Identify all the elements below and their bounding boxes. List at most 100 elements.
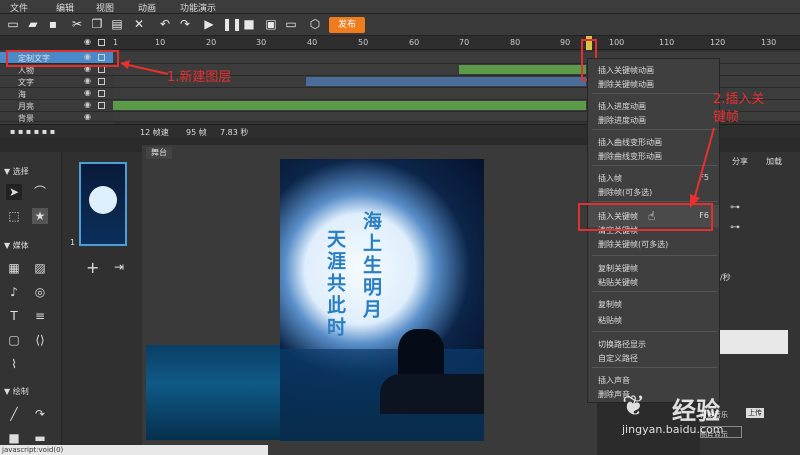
chart-icon[interactable]: ⌇ [6, 356, 22, 372]
watermark-text: 经验 [672, 397, 720, 425]
sound-icon[interactable]: ♪ [6, 284, 22, 300]
layer-row[interactable]: 海 ◉ [0, 88, 113, 100]
menu-item[interactable]: 删除曲线变形动画 [598, 151, 662, 162]
add-page-icon[interactable]: + [86, 258, 99, 277]
publish-button[interactable]: 发布 [329, 17, 365, 33]
lock-icon[interactable] [98, 78, 105, 85]
status-url: javascript:void(0) [0, 445, 268, 455]
page-thumbnail[interactable] [79, 162, 127, 246]
menu-separator [592, 367, 717, 368]
eye-icon[interactable]: ◉ [84, 76, 91, 85]
section-select: ▼ 选择 [4, 167, 29, 176]
menu-file[interactable]: 文件 [10, 1, 28, 14]
ruler-tick: 80 [510, 38, 521, 47]
menu-item[interactable]: 复制关键帧 [598, 263, 638, 274]
save-icon[interactable]: ▪ [46, 17, 60, 31]
paragraph-icon[interactable]: ≡ [32, 308, 48, 324]
menu-item[interactable]: 插入帧 [598, 173, 622, 184]
menu-item[interactable]: 复制帧 [598, 299, 622, 310]
sea-background [146, 345, 280, 440]
curve-tool-icon[interactable]: ↷ [32, 406, 48, 422]
delete-icon[interactable]: ✕ [132, 17, 146, 31]
animation-span[interactable] [113, 101, 586, 110]
menu-item[interactable]: 删除关键帧(可多选) [598, 239, 668, 250]
copy-icon[interactable]: ❐ [90, 17, 104, 31]
menu-separator [592, 255, 717, 256]
text-icon[interactable]: T [6, 308, 22, 324]
tab-load[interactable]: 加载 [766, 156, 782, 167]
code-icon[interactable]: ⟨⟩ [32, 332, 48, 348]
layer-row[interactable]: 月亮 ◉ [0, 100, 113, 112]
open-folder-icon[interactable]: ▰ [26, 17, 40, 31]
menu-item[interactable]: 切换路径显示 [598, 339, 646, 350]
subselect-icon[interactable]: ⌒ [32, 184, 48, 200]
eye-icon[interactable]: ◉ [84, 37, 91, 46]
star-tool-icon[interactable]: ★ [32, 208, 48, 224]
lock-icon[interactable] [98, 102, 105, 109]
menu-item[interactable]: 插入声音 [598, 375, 630, 386]
menu-demo[interactable]: 功能演示 [180, 1, 216, 14]
select-arrow-icon[interactable]: ➤ [6, 184, 22, 200]
link-icon[interactable]: ⊶ [730, 222, 740, 233]
ellipse-tool-icon[interactable]: ▬ [32, 430, 48, 446]
paste-icon[interactable]: ▤ [110, 17, 124, 31]
screen-icon[interactable]: ▭ [284, 17, 298, 31]
menu-item[interactable]: 删除帧(可多选) [598, 187, 652, 198]
new-file-icon[interactable]: ▭ [6, 17, 20, 31]
lock-icon[interactable] [98, 39, 105, 46]
redo-icon[interactable]: ↷ [178, 17, 192, 31]
menu-item[interactable]: 删除关键帧动画 [598, 79, 654, 90]
menu-item[interactable]: 插入曲线变形动画 [598, 137, 662, 148]
menu-view[interactable]: 视图 [96, 1, 114, 14]
background-image-box[interactable] [708, 330, 788, 354]
stage-canvas[interactable]: 海上生明月 天涯共此时 [280, 159, 484, 441]
preview-icon[interactable]: ▣ [264, 17, 278, 31]
menu-item[interactable]: 自定义路径 [598, 353, 638, 364]
line-tool-icon[interactable]: ╱ [6, 406, 22, 422]
eye-icon[interactable]: ◉ [84, 112, 91, 121]
menu-item[interactable]: 插入进度动画 [598, 101, 646, 112]
eye-icon[interactable]: ◉ [84, 100, 91, 109]
toolbar: ▭ ▰ ▪ ✂ ❐ ▤ ✕ ↶ ↷ ▶ ❚❚ ■ ▣ ▭ ⬡ 发布 [0, 14, 800, 36]
animation-span[interactable] [306, 77, 586, 86]
animation-span[interactable] [459, 65, 586, 74]
undo-icon[interactable]: ↶ [158, 17, 172, 31]
annotation-insert-keyframe-1: 2.插入关 [713, 92, 765, 107]
layer-row[interactable]: 文字 ◉ [0, 76, 113, 88]
menu-edit[interactable]: 编辑 [56, 1, 74, 14]
menu-item[interactable]: 删除进度动画 [598, 115, 646, 126]
stop-icon[interactable]: ■ [242, 17, 256, 31]
html5-icon[interactable]: ⬡ [308, 17, 322, 31]
link-icon[interactable]: ⊶ [730, 202, 740, 213]
layer-row[interactable]: 背景 ◉ [0, 112, 113, 123]
video-icon[interactable]: ◎ [32, 284, 48, 300]
lock-icon[interactable] [98, 90, 105, 97]
frame-ruler[interactable]: 1 10 20 30 40 50 60 70 80 90 100 110 120… [113, 36, 800, 50]
menu-item[interactable]: 粘贴关键帧 [598, 277, 638, 288]
menu-separator [592, 93, 717, 94]
component-icon[interactable]: ▢ [6, 332, 22, 348]
menu-separator [592, 331, 717, 332]
image-icon[interactable]: ▨ [32, 260, 48, 276]
menu-animation[interactable]: 动画 [138, 1, 156, 14]
play-icon[interactable]: ▶ [202, 17, 216, 31]
transform-icon[interactable]: ⬚ [6, 208, 22, 224]
stage-tab[interactable]: 舞台 [146, 147, 172, 159]
pause-icon[interactable]: ❚❚ [222, 17, 242, 31]
watermark-url: jingyan.baidu.com [622, 423, 724, 436]
grid-icon[interactable]: ▦ [6, 260, 22, 276]
new-layer-highlight [6, 50, 119, 67]
tab-share[interactable]: 分享 [732, 156, 748, 167]
ruler-tick: 110 [659, 38, 675, 47]
eye-icon[interactable]: ◉ [84, 88, 91, 97]
cut-icon[interactable]: ✂ [70, 17, 84, 31]
import-page-icon[interactable]: ⇥ [114, 260, 124, 274]
rect-tool-icon[interactable]: ■ [6, 430, 22, 446]
layer-tools-icon[interactable]: ▪ ▪ ▪ ▪ ▪ ▪ [10, 127, 55, 136]
ruler-tick: 60 [409, 38, 420, 47]
ruler-tick: 20 [206, 38, 217, 47]
menu-item[interactable]: 粘贴帧 [598, 315, 622, 326]
lock-icon[interactable] [98, 66, 105, 73]
menu-item[interactable]: 插入关键帧动画 [598, 65, 654, 76]
section-draw: ▼ 绘制 [4, 387, 29, 396]
